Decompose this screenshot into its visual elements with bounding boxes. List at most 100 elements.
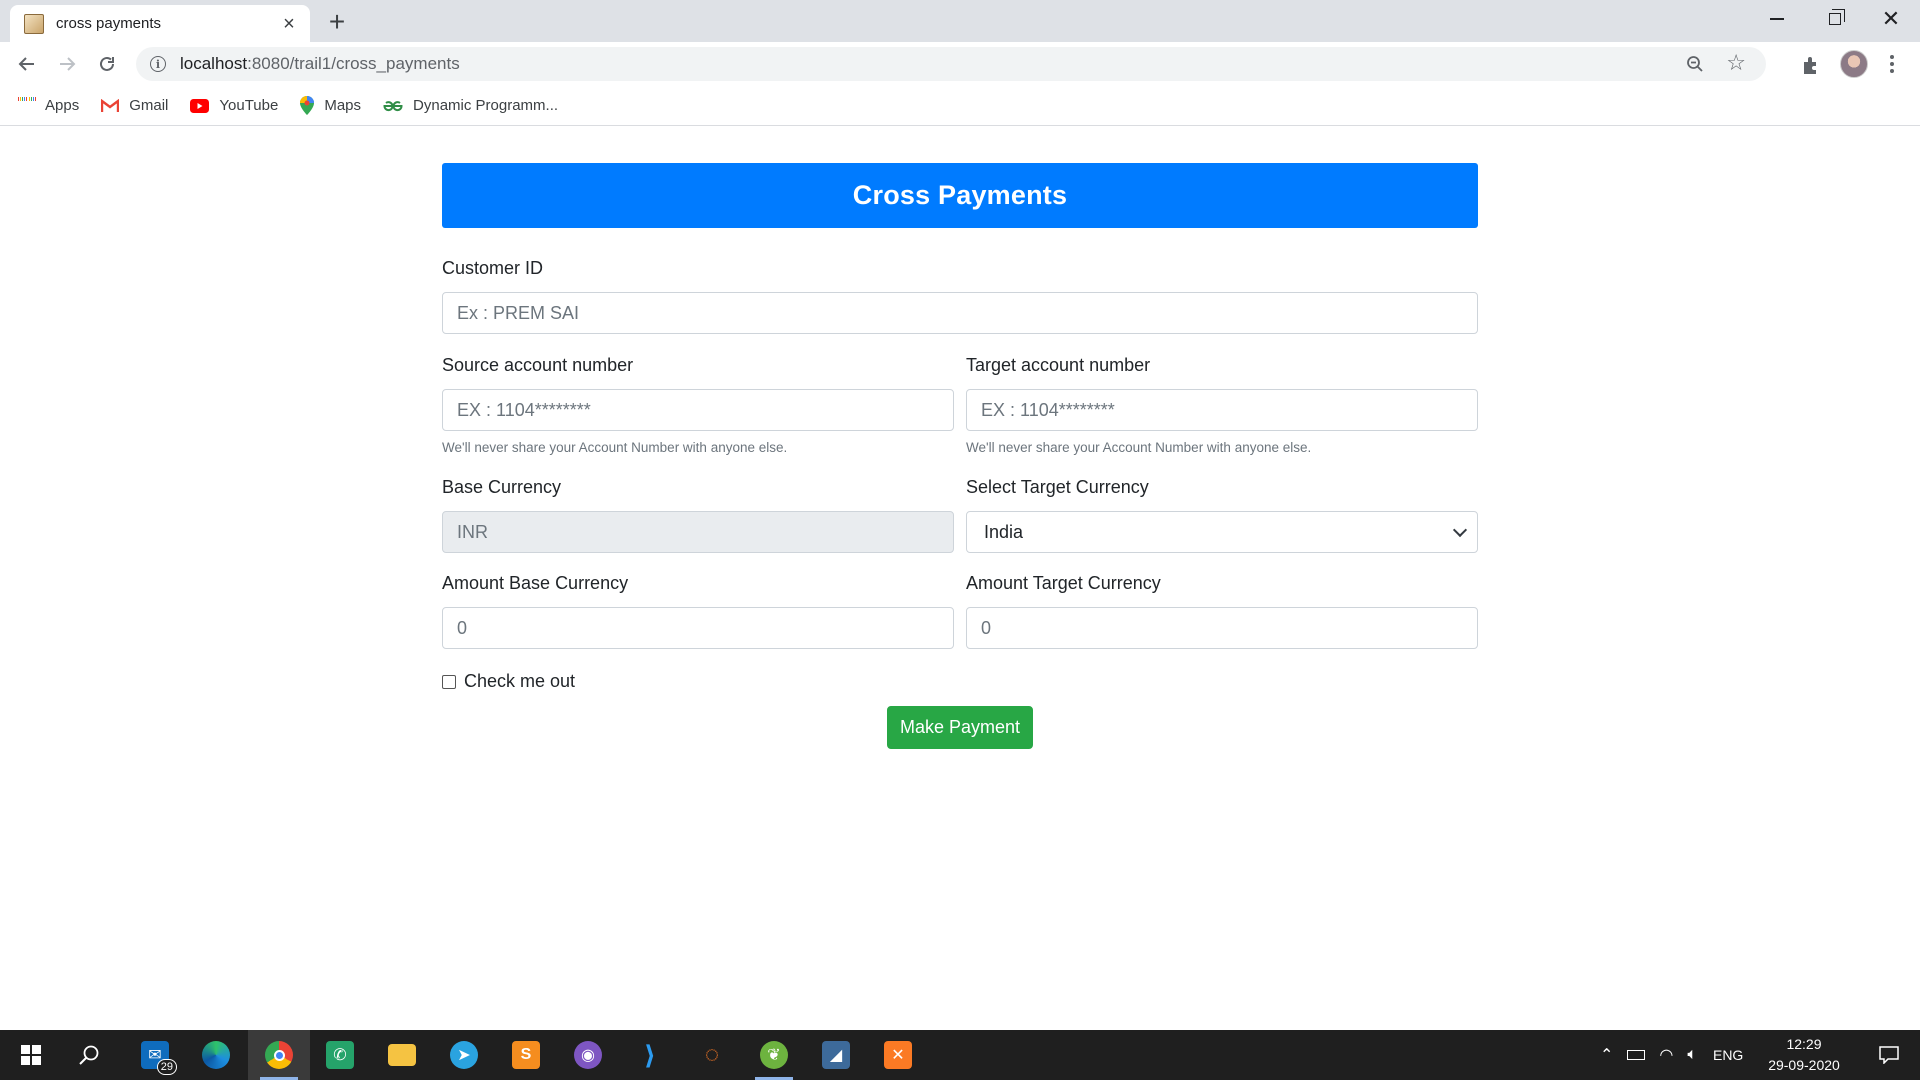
mail-icon: ✉ 29 — [141, 1041, 177, 1075]
taskbar-xampp[interactable]: ✕ — [867, 1030, 929, 1080]
back-button[interactable] — [12, 49, 42, 79]
github-icon: ◉ — [574, 1041, 602, 1069]
bookmark-label: Maps — [324, 97, 362, 114]
profile-avatar[interactable] — [1840, 50, 1868, 78]
target-account-label: Target account number — [966, 355, 1151, 375]
taskbar-jupyter[interactable]: ◌ — [681, 1030, 743, 1080]
gmail-icon — [101, 98, 120, 113]
taskbar-chrome[interactable] — [248, 1030, 310, 1080]
check-me-out-label: Check me out — [464, 671, 576, 691]
bookmark-label: Apps — [45, 97, 80, 114]
taskbar-file-explorer[interactable] — [371, 1030, 433, 1080]
chrome-icon — [265, 1041, 293, 1069]
system-tray: ⌃ ◠ 🔈︎ ENG — [1600, 1030, 1743, 1080]
chevron-up-icon[interactable]: ⌃ — [1600, 1045, 1613, 1065]
start-button[interactable] — [0, 1030, 62, 1080]
browser-menu-button[interactable] — [1884, 51, 1900, 77]
extensions-puzzle-icon[interactable] — [1800, 54, 1822, 76]
clock-date: 29-09-2020 — [1768, 1057, 1840, 1073]
target-account-help: We'll never share your Account Number wi… — [966, 440, 1312, 455]
clock[interactable]: 12:29 29-09-2020 — [1756, 1034, 1852, 1076]
tab-title: cross payments — [56, 15, 162, 32]
taskbar-spring-tool[interactable]: ❦ — [743, 1030, 805, 1080]
url-host: localhost — [180, 54, 248, 73]
bookmark-label: Gmail — [129, 97, 169, 114]
vscode-icon: ⟩ — [644, 1039, 656, 1070]
bookmark-maps[interactable]: Maps — [300, 96, 361, 115]
page-title: Cross Payments — [442, 163, 1478, 228]
taskbar-github[interactable]: ◉ — [557, 1030, 619, 1080]
page-content: Cross Payments Customer ID Source accoun… — [0, 127, 1920, 1030]
taskbar-mail[interactable]: ✉ 29 — [124, 1030, 186, 1080]
new-tab-button[interactable]: + — [322, 8, 352, 38]
amount-target-input[interactable] — [966, 607, 1478, 649]
clock-time: 12:29 — [1786, 1036, 1822, 1052]
target-account-input[interactable] — [966, 389, 1478, 431]
forward-button[interactable] — [52, 49, 82, 79]
taskbar-vscode[interactable]: ⟩ — [619, 1030, 681, 1080]
volume-icon[interactable]: 🔈︎ — [1687, 1046, 1697, 1064]
target-currency-label: Select Target Currency — [966, 477, 1149, 497]
telegram-icon: ➤ — [450, 1041, 478, 1069]
make-payment-button[interactable]: Make Payment — [887, 706, 1033, 749]
bookmark-apps[interactable]: Apps — [18, 97, 79, 114]
xampp-icon: ✕ — [884, 1041, 912, 1069]
search-icon — [79, 1045, 99, 1065]
amount-base-input[interactable] — [442, 607, 954, 649]
chevron-down-icon — [1452, 522, 1468, 537]
youtube-icon — [190, 98, 210, 113]
notification-center-button[interactable] — [1858, 1030, 1920, 1080]
geeksforgeeks-icon — [383, 100, 403, 112]
restore-button[interactable] — [1806, 0, 1864, 38]
check-me-out-row[interactable]: Check me out — [442, 671, 575, 692]
search-button[interactable] — [58, 1030, 120, 1080]
page-favicon-icon — [24, 13, 44, 34]
menu-dot — [1890, 62, 1894, 66]
minimize-button[interactable] — [1748, 0, 1806, 38]
url-path: :8080/trail1/cross_payments — [247, 54, 460, 73]
bookmark-dynamic-programming[interactable]: Dynamic Programm... — [383, 97, 558, 114]
windows-logo-icon — [21, 1045, 41, 1065]
notification-icon — [1879, 1046, 1899, 1064]
base-currency-field — [442, 511, 954, 553]
close-window-button[interactable]: ✕ — [1862, 0, 1920, 38]
tab-cross-payments[interactable]: cross payments × — [10, 5, 310, 42]
close-icon: ✕ — [1881, 6, 1901, 31]
target-currency-select[interactable]: India — [966, 511, 1478, 553]
reload-button[interactable] — [92, 49, 122, 79]
taskbar-mysql-workbench[interactable]: ◢ — [805, 1030, 867, 1080]
arrow-left-icon — [18, 57, 34, 71]
zoom-icon[interactable] — [1686, 55, 1704, 73]
tab-close-icon[interactable]: × — [278, 13, 300, 35]
maps-pin-icon — [300, 96, 315, 115]
bookmark-label: Dynamic Programm... — [413, 97, 559, 114]
menu-dot — [1890, 69, 1894, 73]
battery-icon[interactable] — [1627, 1050, 1646, 1060]
bookmarks-bar: Apps Gmail YouTube Maps Dynamic Programm… — [0, 86, 1920, 126]
language-indicator[interactable]: ENG — [1713, 1047, 1743, 1063]
bookmark-youtube[interactable]: YouTube — [190, 97, 278, 114]
bookmark-gmail[interactable]: Gmail — [101, 97, 168, 114]
site-info-icon[interactable]: i — [150, 56, 166, 72]
wifi-icon[interactable]: ◠ — [1659, 1045, 1673, 1065]
mail-badge: 29 — [156, 1059, 177, 1075]
taskbar-whatsapp[interactable]: ✆ — [309, 1030, 371, 1080]
amount-target-label: Amount Target Currency — [966, 573, 1161, 593]
address-bar[interactable]: i localhost:8080/trail1/cross_payments ☆ — [136, 47, 1766, 81]
edge-icon — [202, 1041, 230, 1069]
source-account-input[interactable] — [442, 389, 954, 431]
customer-id-input[interactable] — [442, 292, 1478, 334]
menu-dot — [1890, 55, 1894, 59]
taskbar-telegram[interactable]: ➤ — [433, 1030, 495, 1080]
check-me-out-checkbox[interactable] — [442, 674, 456, 689]
bookmark-label: YouTube — [219, 97, 279, 114]
amount-base-label: Amount Base Currency — [442, 573, 629, 593]
chrome-center — [273, 1049, 285, 1061]
taskbar-sublime[interactable]: S — [495, 1030, 557, 1080]
bookmark-star-icon[interactable]: ☆ — [1726, 51, 1746, 75]
browser-toolbar: i localhost:8080/trail1/cross_payments ☆ — [0, 42, 1920, 86]
jupyter-icon: ◌ — [704, 1041, 720, 1068]
minimize-icon — [1770, 18, 1784, 20]
taskbar-edge[interactable] — [185, 1030, 247, 1080]
folder-icon — [388, 1044, 416, 1066]
